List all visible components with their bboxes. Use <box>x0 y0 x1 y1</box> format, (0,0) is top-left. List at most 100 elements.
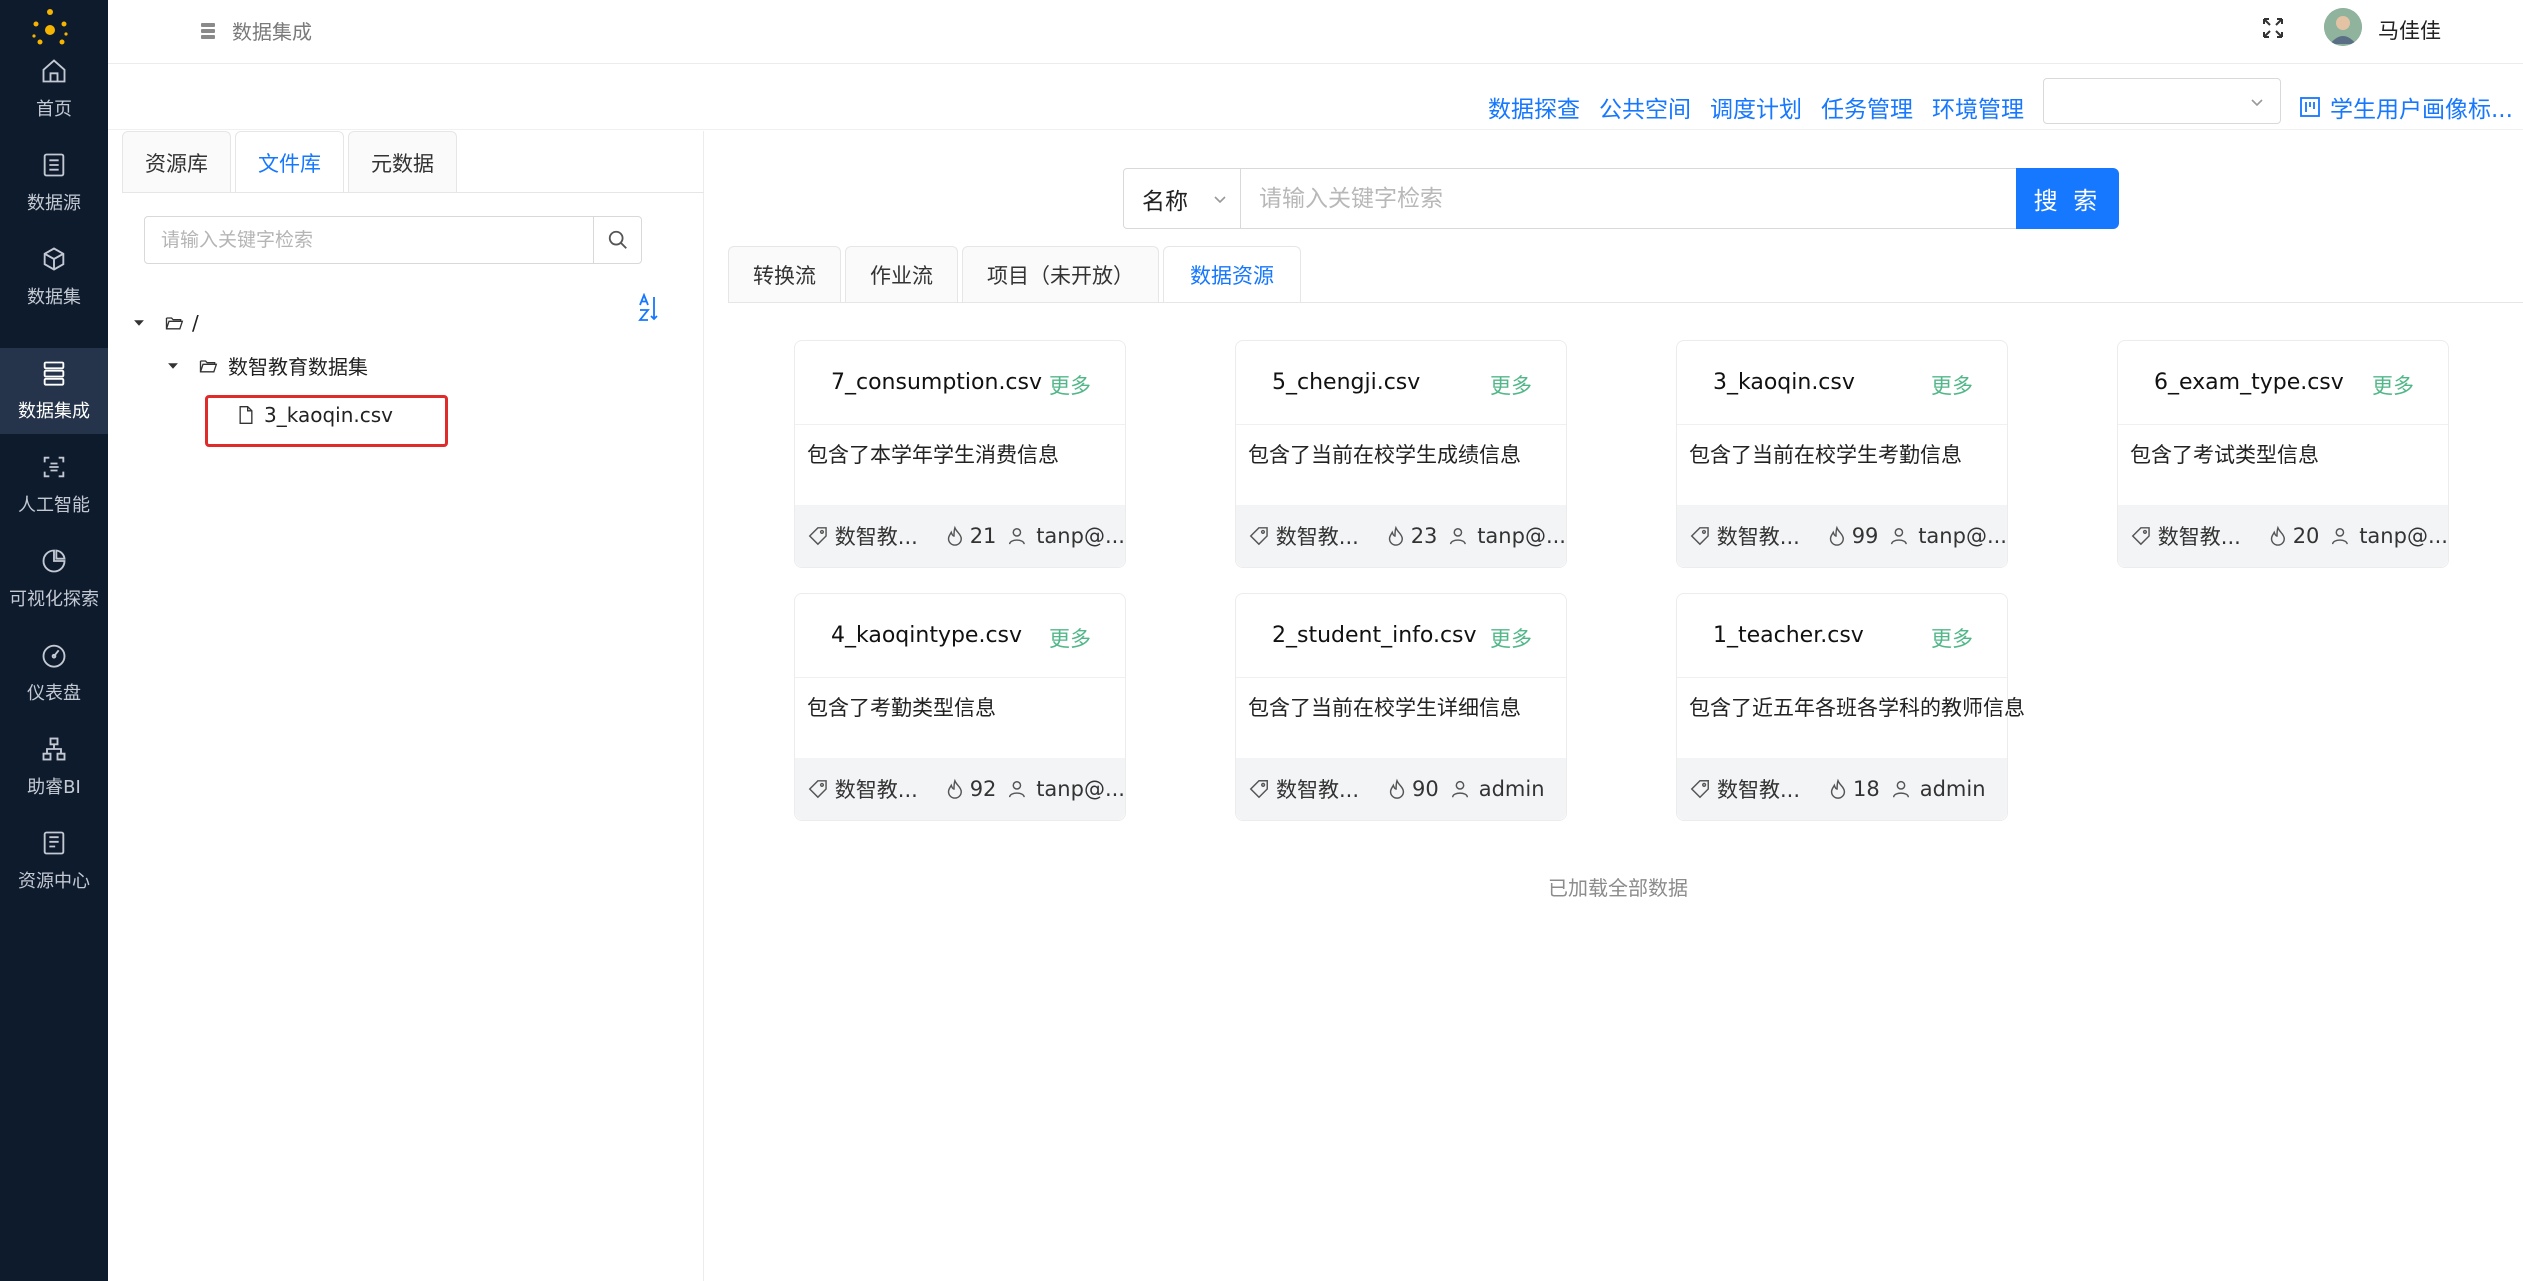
card-title[interactable]: 3_kaoqin.csv <box>1713 370 1855 395</box>
card-description: 包含了当前在校学生考勤信息 <box>1689 443 1962 467</box>
card-header: 5_chengji.csv 更多 <box>1236 341 1566 425</box>
user-icon <box>1892 780 1909 798</box>
caret-down-icon <box>168 362 178 369</box>
dashboard-icon <box>42 644 66 668</box>
nav-label: 助睿BI <box>27 777 81 798</box>
card-footer: 数智教... 90 admin <box>1236 758 1566 820</box>
link-task-management[interactable]: 任务管理 <box>1821 90 1913 124</box>
database-icon <box>201 22 215 39</box>
report-link[interactable]: 学生用户画像标... <box>2298 90 2513 124</box>
env-select[interactable] <box>2043 78 2281 124</box>
nav-item-dataset[interactable]: 数据集 <box>0 234 108 320</box>
card-footer: 数智教... 92 tanp@... <box>795 758 1125 820</box>
fullscreen-icon[interactable] <box>2261 16 2285 40</box>
link-public-space[interactable]: 公共空间 <box>1599 90 1691 124</box>
tab-job-flow[interactable]: 作业流 <box>845 246 958 303</box>
nav-item-visual-explore[interactable]: 可视化探索 <box>0 536 108 622</box>
file-library-panel: 资源库 文件库 元数据 / 数智教育数据集 3_kaoqin.csv <box>108 131 704 1281</box>
search-field-select[interactable]: 名称 <box>1123 168 1241 229</box>
main-search: 名称 搜 索 <box>1123 168 2119 229</box>
tree-folder[interactable]: 数智教育数据集 <box>166 351 368 380</box>
card-owner: tanp@... <box>1918 524 2007 548</box>
card-owner: tanp@... <box>1036 524 1125 548</box>
card-title[interactable]: 6_exam_type.csv <box>2154 370 2344 395</box>
search-button[interactable]: 搜 索 <box>2016 168 2119 229</box>
tab-divider <box>122 192 704 193</box>
card-title[interactable]: 2_student_info.csv <box>1272 623 1477 648</box>
user-icon <box>1451 780 1468 798</box>
home-icon <box>42 59 66 83</box>
ai-icon <box>43 456 65 478</box>
card-footer: 数智教... 21 tanp@... <box>795 505 1125 567</box>
tab-metadata[interactable]: 元数据 <box>348 131 457 193</box>
main-search-input[interactable] <box>1240 168 2020 229</box>
nav-item-resource-center[interactable]: 资源中心 <box>0 818 108 904</box>
card-footer: 数智教... 20 tanp@... <box>2118 505 2448 567</box>
card-more-link[interactable]: 更多 <box>1049 370 1091 400</box>
card-tag: 数智教... <box>1716 525 1800 549</box>
cube-icon <box>43 247 65 271</box>
card-more-link[interactable]: 更多 <box>1931 370 1973 400</box>
org-chart-icon <box>42 737 66 761</box>
left-search-button[interactable] <box>593 217 641 263</box>
user-name[interactable]: 马佳佳 <box>2378 15 2441 45</box>
tag-icon <box>1690 780 1709 799</box>
app-logo-icon[interactable] <box>26 4 74 52</box>
link-schedule-plan[interactable]: 调度计划 <box>1710 90 1802 124</box>
search-field-value: 名称 <box>1142 188 1188 215</box>
tab-transform-flow[interactable]: 转换流 <box>728 246 841 303</box>
card-more-link[interactable]: 更多 <box>1931 623 1973 653</box>
fire-icon <box>1830 778 1846 799</box>
nav-label: 数据源 <box>27 193 81 214</box>
left-search <box>144 216 642 264</box>
avatar[interactable] <box>2324 8 2362 46</box>
tree-root[interactable]: / <box>132 311 199 335</box>
card-tag: 数智教... <box>1275 525 1359 549</box>
card-more-link[interactable]: 更多 <box>1049 623 1091 653</box>
left-search-input[interactable] <box>145 217 591 263</box>
card-header: 6_exam_type.csv 更多 <box>2118 341 2448 425</box>
fire-icon <box>947 525 962 546</box>
resource-card[interactable]: 2_student_info.csv 更多包含了当前在校学生详细信息数智教... 9… <box>1235 593 1567 821</box>
nav-item-data-integration[interactable]: 数据集成 <box>0 348 108 434</box>
resource-card[interactable]: 7_consumption.csv 更多 包含了本学年学生消费信息 数智教... 21 t… <box>794 340 1126 568</box>
nav-item-bi[interactable]: 助睿BI <box>0 724 108 810</box>
tab-project[interactable]: 项目（未开放） <box>962 246 1159 303</box>
main-tab-divider <box>728 302 2523 303</box>
card-more-link[interactable]: 更多 <box>2372 370 2414 400</box>
tab-data-resource[interactable]: 数据资源 <box>1163 246 1301 303</box>
card-title[interactable]: 1_teacher.csv <box>1713 623 1864 648</box>
card-header: 2_student_info.csv 更多 <box>1236 594 1566 678</box>
user-icon <box>1009 781 1026 798</box>
card-more-link[interactable]: 更多 <box>1490 623 1532 653</box>
resource-card[interactable]: 5_chengji.csv 更多 包含了当前在校学生成绩信息 数智教... 23 tanp… <box>1235 340 1567 568</box>
card-more-link[interactable]: 更多 <box>1490 370 1532 400</box>
nav-item-dashboard[interactable]: 仪表盘 <box>0 630 108 716</box>
link-data-explore[interactable]: 数据探查 <box>1488 90 1580 124</box>
card-title[interactable]: 4_kaoqintype.csv <box>831 623 1022 648</box>
link-env-management[interactable]: 环境管理 <box>1932 90 2024 124</box>
nav-label: 首页 <box>36 99 72 120</box>
resource-card[interactable]: 4_kaoqintype.csv 更多 包含了考勤类型信息 数智教... 92 tanp@… <box>794 593 1126 821</box>
nav-item-ai[interactable]: 人工智能 <box>0 442 108 528</box>
card-header: 7_consumption.csv 更多 <box>795 341 1125 425</box>
nav-item-home[interactable]: 首页 <box>0 46 108 132</box>
tab-resource-library[interactable]: 资源库 <box>122 131 231 193</box>
resource-card[interactable]: 1_teacher.csv 更多 包含了近五年各班各学科的教师信息 数智教... 18 a… <box>1676 593 2025 821</box>
resource-card[interactable]: 3_kaoqin.csv 更多 包含了当前在校学生考勤信息 数智教... 99 tanp@… <box>1676 340 2008 568</box>
nav-label: 仪表盘 <box>27 683 81 704</box>
left-tabs: 资源库 文件库 元数据 <box>122 131 461 193</box>
tab-file-library[interactable]: 文件库 <box>235 131 344 193</box>
card-header: 3_kaoqin.csv 更多 <box>1677 341 2007 425</box>
card-heat-count: 20 <box>2292 524 2320 548</box>
sort-az-icon[interactable] <box>636 293 660 323</box>
card-description: 包含了当前在校学生详细信息 <box>1248 696 1521 720</box>
resource-card[interactable]: 6_exam_type.csv 更多 包含了考试类型信息 数智教... 20 tanp@.… <box>2117 340 2449 568</box>
nav-item-datasource[interactable]: 数据源 <box>0 140 108 226</box>
nav-label: 数据集成 <box>18 401 90 422</box>
fire-icon <box>947 778 962 799</box>
card-title[interactable]: 7_consumption.csv <box>831 370 1042 395</box>
fire-icon <box>1829 525 1844 546</box>
card-title[interactable]: 5_chengji.csv <box>1272 370 1420 395</box>
nav-label: 数据集 <box>27 287 81 308</box>
